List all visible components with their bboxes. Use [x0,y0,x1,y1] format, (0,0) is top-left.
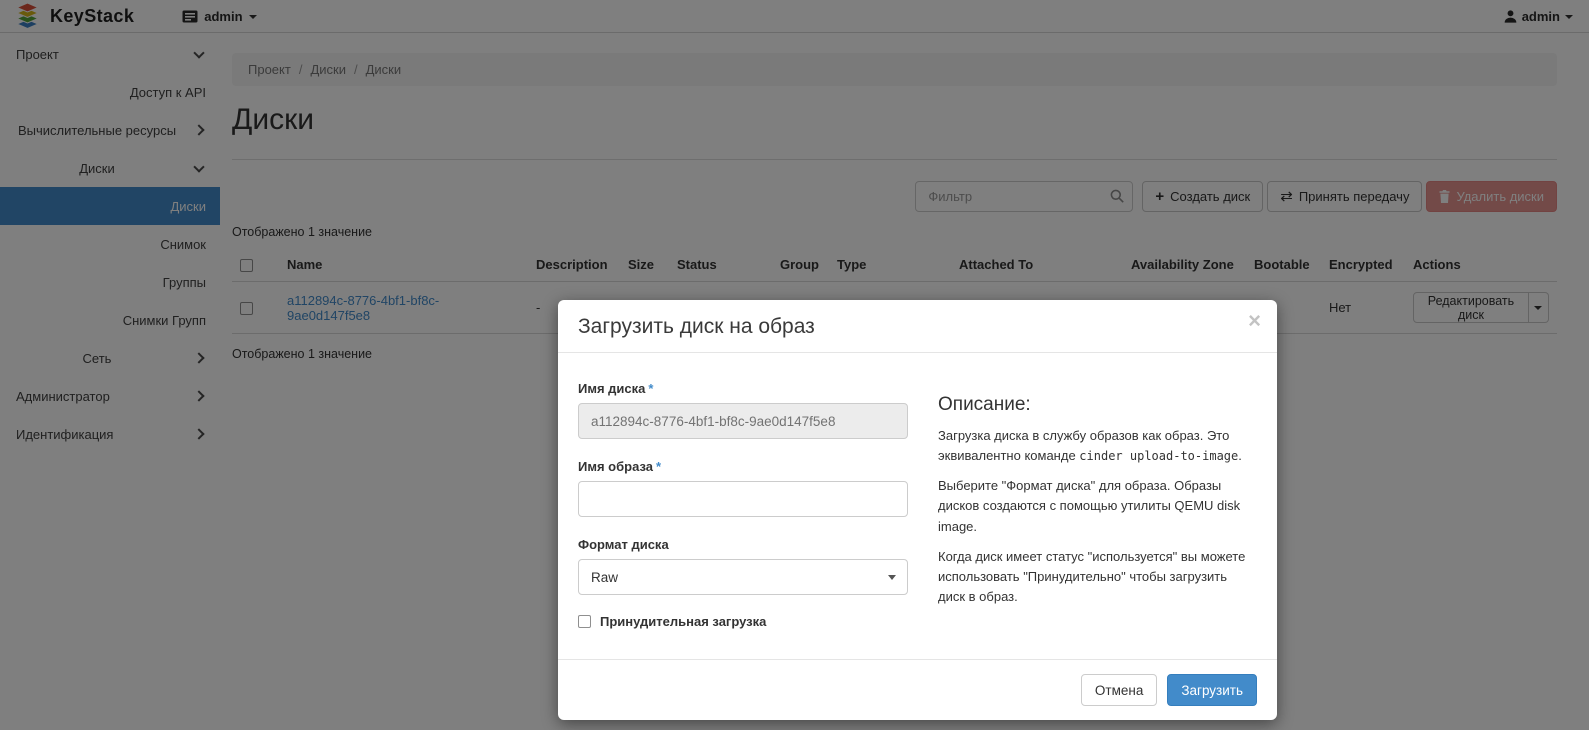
description-paragraph-2: Выберите "Формат диска" для образа. Обра… [938,476,1257,536]
force-upload-row: Принудительная загрузка [578,614,908,629]
cinder-command: cinder upload-to-image [1079,449,1238,463]
modal-body: Имя диска* Имя образа* Формат диска Raw … [558,353,1277,659]
modal-header: Загрузить диск на образ × [558,300,1277,353]
upload-button[interactable]: Загрузить [1167,674,1257,706]
image-name-label: Имя образа* [578,459,908,474]
disk-name-label: Имя диска* [578,381,908,396]
chevron-down-icon [888,575,896,580]
modal-title: Загрузить диск на образ [578,315,1257,339]
disk-format-label: Формат диска [578,537,908,552]
required-mark: * [656,459,661,474]
force-upload-checkbox[interactable] [578,615,591,628]
disk-name-input[interactable] [578,403,908,439]
required-mark: * [648,381,653,396]
upload-to-image-modal: Загрузить диск на образ × Имя диска* Имя… [558,300,1277,720]
modal-description: Описание: Загрузка диска в службу образо… [938,368,1257,629]
modal-footer: Отмена Загрузить [558,659,1277,720]
modal-form: Имя диска* Имя образа* Формат диска Raw … [578,368,908,629]
disk-format-select[interactable]: Raw [578,559,908,595]
image-name-input[interactable] [578,481,908,517]
cancel-button[interactable]: Отмена [1081,674,1157,706]
disk-format-value: Raw [591,570,618,585]
description-paragraph-1: Загрузка диска в службу образов как обра… [938,426,1257,466]
close-icon[interactable]: × [1248,310,1261,332]
force-upload-label: Принудительная загрузка [600,614,766,629]
description-heading: Описание: [938,394,1257,416]
description-paragraph-3: Когда диск имеет статус "используется" в… [938,547,1257,607]
